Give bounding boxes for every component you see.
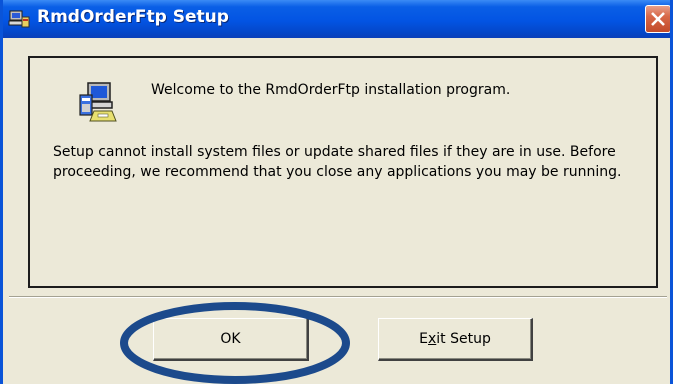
close-icon [651, 12, 665, 26]
window-title: RmdOrderFtp Setup [37, 7, 229, 27]
welcome-panel: Welcome to the RmdOrderFtp installation … [28, 56, 658, 288]
close-button[interactable] [645, 5, 670, 33]
exit-setup-button[interactable]: Exit Setup [378, 318, 533, 361]
warning-message: Setup cannot install system files or upd… [53, 144, 622, 180]
setup-computer-icon [74, 81, 118, 125]
ok-button[interactable]: OK [153, 318, 309, 361]
welcome-message: Welcome to the RmdOrderFtp installation … [151, 82, 511, 98]
separator [9, 296, 667, 298]
setup-computer-icon [8, 9, 30, 29]
setup-dialog: RmdOrderFtp Setup Welcome to the RmdOrde… [0, 0, 673, 384]
exit-button-label: Exit Setup [419, 331, 491, 347]
ok-button-label: OK [220, 331, 241, 347]
title-bar[interactable]: RmdOrderFtp Setup [3, 0, 670, 38]
